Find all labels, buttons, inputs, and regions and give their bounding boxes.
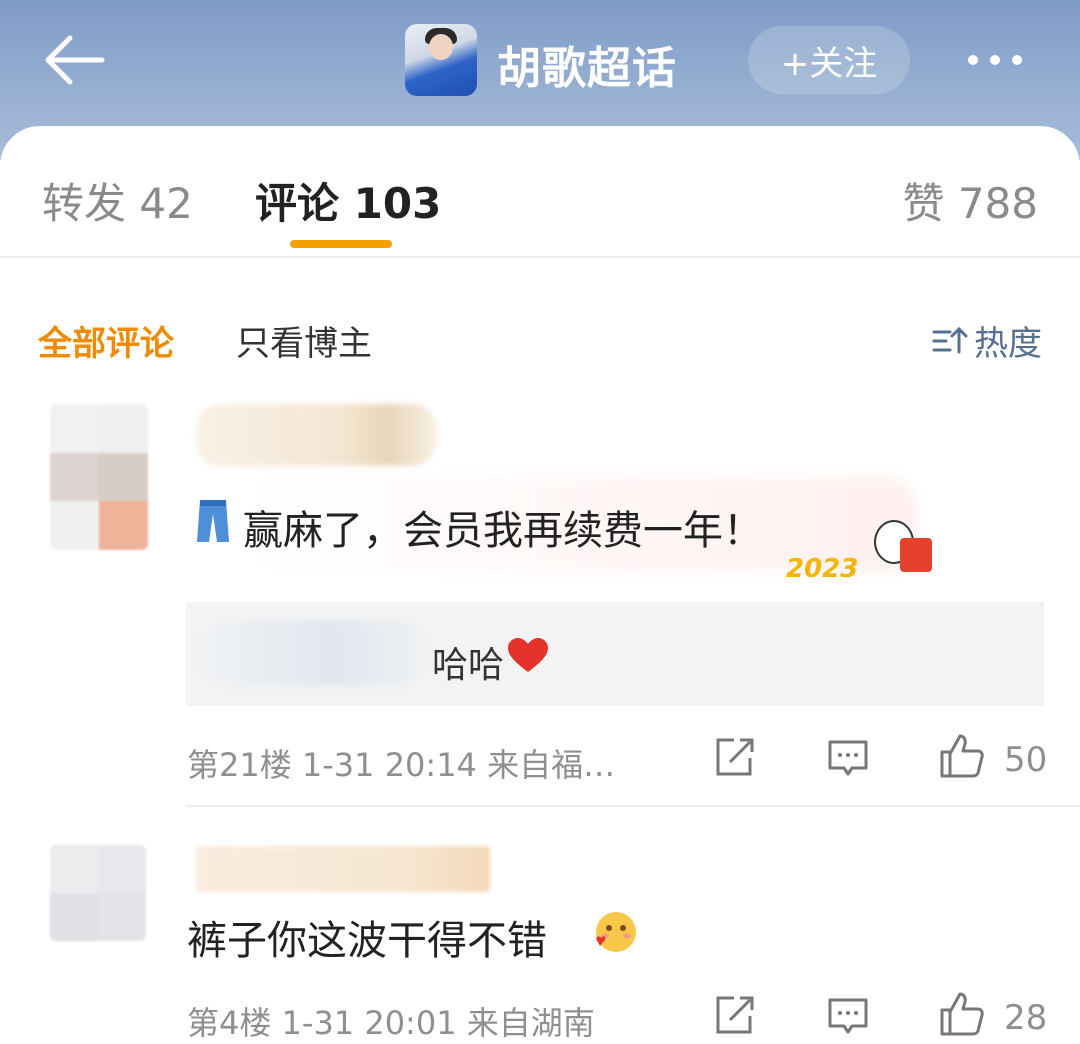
- avatar[interactable]: [50, 845, 146, 941]
- arrow-left-icon[interactable]: [40, 30, 110, 90]
- sort-icon: [932, 326, 968, 353]
- comment-meta: 第21楼 1-31 20:14 来自福…: [187, 746, 616, 784]
- like-count: 28: [1004, 998, 1048, 1038]
- comment-text: 赢麻了，会员我再续费一年！: [243, 508, 763, 554]
- reply-icon[interactable]: [826, 994, 870, 1038]
- comment-meta: 第4楼 1-31 20:01 来自湖南: [187, 1004, 595, 1042]
- red-heart-icon: [508, 638, 548, 672]
- filter-all-comments[interactable]: 全部评论: [38, 316, 174, 365]
- reply-preview[interactable]: 哈哈: [186, 602, 1044, 706]
- reply-username[interactable]: [202, 620, 422, 686]
- badge-label: 2023: [786, 554, 859, 584]
- jeans-icon: [197, 500, 229, 542]
- tab-repost[interactable]: 转发 42: [42, 170, 193, 231]
- like-icon[interactable]: [938, 990, 986, 1038]
- username[interactable]: [196, 846, 490, 892]
- divider: [186, 805, 1080, 807]
- share-icon[interactable]: [712, 994, 756, 1038]
- like-icon[interactable]: [938, 732, 986, 780]
- comment-text: 裤子你这波干得不错: [187, 918, 547, 964]
- reply-icon[interactable]: [826, 736, 870, 780]
- page-title[interactable]: 胡歌超话: [497, 32, 677, 96]
- blush-emoji-icon: [596, 912, 636, 952]
- share-icon[interactable]: [712, 736, 756, 780]
- reply-text: 哈哈: [432, 645, 505, 686]
- active-tab-indicator: [290, 240, 392, 248]
- sort-button[interactable]: 热度: [930, 316, 1042, 365]
- tab-comment[interactable]: 评论 103: [255, 170, 441, 231]
- topic-avatar[interactable]: [405, 24, 477, 96]
- year-badge: 2023: [782, 516, 938, 588]
- more-dots-icon[interactable]: [968, 40, 1038, 80]
- avatar[interactable]: [50, 404, 148, 550]
- like-count: 50: [1004, 740, 1048, 780]
- comment-filters: 全部评论 只看博主 热度: [0, 310, 1080, 370]
- tab-bar: 转发 42 评论 103 赞 788: [0, 126, 1080, 258]
- tab-like[interactable]: 赞 788: [902, 170, 1038, 231]
- follow-button[interactable]: +关注: [748, 26, 910, 94]
- filter-owner-only[interactable]: 只看博主: [236, 316, 372, 365]
- sort-label: 热度: [974, 324, 1042, 364]
- username[interactable]: [196, 404, 436, 466]
